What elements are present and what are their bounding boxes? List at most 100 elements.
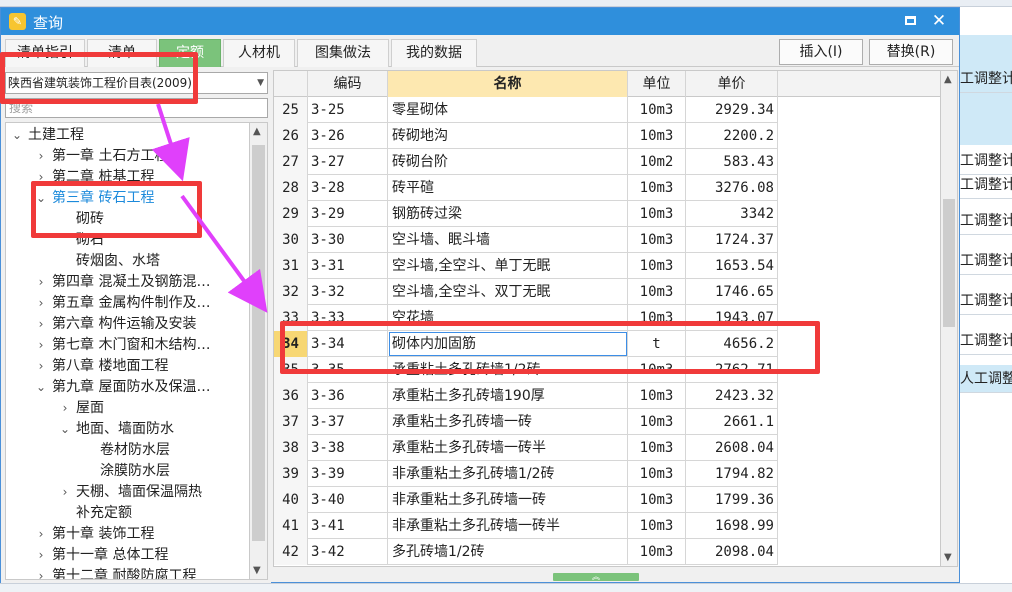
tree-item[interactable]: › 第七章 木门窗和木结构…	[6, 335, 249, 356]
row-code: 3-29	[308, 201, 388, 227]
chevron-right-icon[interactable]: ›	[34, 545, 48, 566]
row-name: 多孔砖墙1/2砖	[388, 539, 628, 565]
title-bar[interactable]: ✎ 查询 ✕	[1, 8, 959, 35]
header-code[interactable]: 编码	[308, 71, 388, 97]
tree-item[interactable]: 补充定额	[6, 503, 249, 524]
tree-item-label: 第十一章 总体工程	[52, 547, 169, 563]
splitter-handle[interactable]: ︽	[553, 573, 639, 581]
chevron-right-icon[interactable]: ›	[34, 566, 48, 579]
row-name: 承重粘土多孔砖墙一砖	[388, 409, 628, 435]
row-unit: 10m3	[628, 435, 686, 461]
table-row[interactable]: 41 3-41 非承重粘土多孔砖墙一砖半 10m3 1698.99	[274, 513, 778, 539]
chevron-right-icon[interactable]: ›	[34, 272, 48, 293]
tree-item[interactable]: ⌄ 地面、墙面防水	[6, 419, 249, 440]
chevron-down-icon[interactable]: ⌄	[58, 419, 72, 440]
tree-item[interactable]: ⌄ 土建工程	[6, 125, 249, 146]
scroll-up-icon[interactable]: ▲	[944, 74, 952, 85]
tree-item[interactable]: ⌄ 第九章 屋面防水及保温…	[6, 377, 249, 398]
tree-item-label: 第十二章 耐酸防腐工程	[52, 568, 197, 580]
table-row[interactable]: 30 3-30 空斗墙、眠斗墙 10m3 1724.37	[274, 227, 778, 253]
tree-item[interactable]: 卷材防水层	[6, 440, 249, 461]
tree-item[interactable]: › 屋面	[6, 398, 249, 419]
table-row[interactable]: 36 3-36 承重粘土多孔砖墙190厚 10m3 2423.32	[274, 383, 778, 409]
table-row[interactable]: 28 3-28 砖平碹 10m3 3276.08	[274, 175, 778, 201]
header-index	[274, 71, 308, 97]
background-right-column: 工调整计/ 工调整计/ 工调整计/ 工调整计/ 工调整计/ 工调整计/ 工调整计…	[960, 7, 1012, 592]
row-index: 32	[274, 279, 308, 305]
row-index: 38	[274, 435, 308, 461]
grid-scrollbar[interactable]: ▲ ▼	[941, 70, 958, 567]
background-cell: 工调整计/	[960, 65, 1012, 93]
scroll-up-icon[interactable]: ▲	[253, 126, 261, 137]
table-row[interactable]: 38 3-38 承重粘土多孔砖墙一砖半 10m3 2608.04	[274, 435, 778, 461]
chevron-right-icon[interactable]: ›	[58, 482, 72, 503]
row-code: 3-38	[308, 435, 388, 461]
row-index: 25	[274, 97, 308, 123]
close-button[interactable]: ✕	[929, 10, 949, 32]
replace-button[interactable]: 替换(R)	[869, 39, 953, 65]
table-row[interactable]: 37 3-37 承重粘土多孔砖墙一砖 10m3 2661.1	[274, 409, 778, 435]
table-row[interactable]: 31 3-31 空斗墙,全空斗、单丁无眠 10m3 1653.54	[274, 253, 778, 279]
table-row[interactable]: 39 3-39 非承重粘土多孔砖墙1/2砖 10m3 1794.82	[274, 461, 778, 487]
row-index: 39	[274, 461, 308, 487]
table-row[interactable]: 25 3-25 零星砌体 10m3 2929.34	[274, 97, 778, 123]
header-name[interactable]: 名称	[388, 71, 628, 97]
row-price: 3342	[686, 201, 778, 227]
row-name: 承重粘土多孔砖墙190厚	[388, 383, 628, 409]
tab-my-data[interactable]: 我的数据	[391, 39, 477, 67]
tab-atlas-method[interactable]: 图集做法	[297, 39, 389, 67]
chevron-right-icon[interactable]: ›	[34, 356, 48, 377]
table-row[interactable]: 26 3-26 砖砌地沟 10m3 2200.2	[274, 123, 778, 149]
table-row[interactable]: 42 3-42 多孔砖墙1/2砖 10m3 2098.04	[274, 539, 778, 565]
background-top-strip	[0, 0, 1012, 7]
row-name: 承重粘土多孔砖墙一砖半	[388, 435, 628, 461]
chevron-down-icon[interactable]: ⌄	[34, 377, 48, 398]
tree-item[interactable]: 涂膜防水层	[6, 461, 249, 482]
tree-item[interactable]: › 天棚、墙面保温隔热	[6, 482, 249, 503]
grid-scroll-thumb[interactable]	[943, 199, 955, 327]
chevron-right-icon[interactable]: ›	[58, 398, 72, 419]
tree-item[interactable]: › 第十章 装饰工程	[6, 524, 249, 545]
row-name: 非承重粘土多孔砖墙一砖	[388, 487, 628, 513]
tree-item[interactable]: › 第六章 构件运输及安装	[6, 314, 249, 335]
table-row[interactable]: 29 3-29 钢筋砖过梁 10m3 3342	[274, 201, 778, 227]
row-index: 37	[274, 409, 308, 435]
scroll-down-icon[interactable]: ▼	[253, 565, 261, 576]
tree-item[interactable]: › 第十二章 耐酸防腐工程	[6, 566, 249, 580]
chevron-right-icon[interactable]: ›	[34, 146, 48, 167]
scroll-down-icon[interactable]: ▼	[944, 552, 952, 563]
tree-item[interactable]: › 第五章 金属构件制作及…	[6, 293, 249, 314]
chevron-right-icon[interactable]: ›	[34, 293, 48, 314]
row-index: 42	[274, 539, 308, 565]
row-code: 3-40	[308, 487, 388, 513]
restore-button[interactable]	[903, 13, 919, 29]
tree-item[interactable]: › 第一章 土石方工程	[6, 146, 249, 167]
chevron-down-icon: ▼	[257, 78, 264, 88]
tree-item-label: 第五章 金属构件制作及…	[52, 295, 211, 311]
insert-button[interactable]: 插入(I)	[779, 39, 863, 65]
row-unit: 10m3	[628, 513, 686, 539]
header-unit[interactable]: 单位	[628, 71, 686, 97]
header-price[interactable]: 单价	[686, 71, 778, 97]
row-price: 2608.04	[686, 435, 778, 461]
tree-item[interactable]: 砖烟囱、水塔	[6, 251, 249, 272]
tree-item[interactable]: › 第八章 楼地面工程	[6, 356, 249, 377]
row-code: 3-28	[308, 175, 388, 201]
chevron-right-icon[interactable]: ›	[34, 335, 48, 356]
tree-scrollbar[interactable]: ▲ ▼	[250, 122, 268, 580]
chevron-right-icon[interactable]: ›	[34, 314, 48, 335]
row-index: 29	[274, 201, 308, 227]
row-unit: 10m3	[628, 461, 686, 487]
chevron-right-icon[interactable]: ›	[34, 524, 48, 545]
tree-scroll-thumb[interactable]	[252, 145, 265, 541]
tree-item[interactable]: › 第四章 混凝土及钢筋混…	[6, 272, 249, 293]
tab-labor-material-machine[interactable]: 人材机	[223, 39, 295, 67]
table-row[interactable]: 32 3-32 空斗墙,全空斗、双丁无眠 10m3 1746.65	[274, 279, 778, 305]
table-row[interactable]: 40 3-40 非承重粘土多孔砖墙一砖 10m3 1799.36	[274, 487, 778, 513]
row-code: 3-36	[308, 383, 388, 409]
tree-item[interactable]: › 第十一章 总体工程	[6, 545, 249, 566]
background-bottom-strip	[0, 583, 1012, 592]
chevron-down-icon[interactable]: ⌄	[10, 125, 24, 146]
row-unit: 10m3	[628, 409, 686, 435]
table-row[interactable]: 27 3-27 砖砌台阶 10m2 583.43	[274, 149, 778, 175]
